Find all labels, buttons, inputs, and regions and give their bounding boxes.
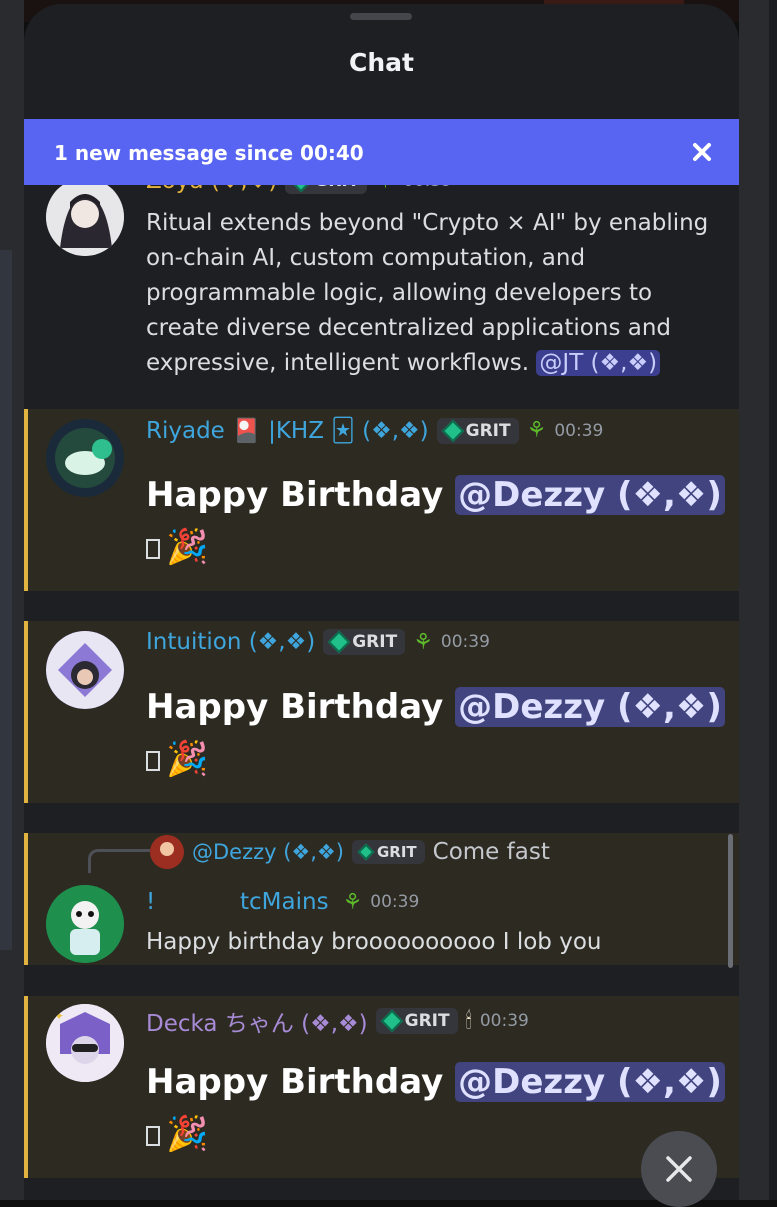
sprout-icon: ⚘: [526, 418, 547, 443]
sprout-icon: ⚘: [413, 629, 433, 655]
avatar[interactable]: ✦: [46, 1004, 124, 1082]
reply-avatar[interactable]: [150, 835, 184, 869]
message-content: Happy birthday broooooooooo I lob you: [146, 929, 602, 955]
user-mention[interactable]: @Dezzy (❖,❖): [455, 475, 725, 515]
message-item[interactable]: Riyade 🎴 |KHZ 🃏 (❖,❖) GRIT ⚘ 00:39 Happy…: [24, 409, 739, 591]
chat-sheet: Chat Zoya (❖,❖) GRIT ⚘ 00:39 Ritual exte…: [24, 4, 739, 1200]
new-messages-banner[interactable]: 1 new message since 00:40: [24, 119, 739, 185]
message-header: Riyade 🎴 |KHZ 🃏 (❖,❖) GRIT ⚘ 00:39: [146, 417, 603, 444]
guild-tag[interactable]: GRIT: [436, 417, 519, 444]
guild-tag[interactable]: GRIT: [351, 840, 425, 864]
sprout-icon: ⚘: [342, 889, 363, 915]
message-item[interactable]: Zoya (❖,❖) GRIT ⚘ 00:39 Ritual extends b…: [24, 168, 739, 407]
gem-icon: [357, 843, 375, 861]
message-item[interactable]: Intuition (❖,❖) GRIT ⚘ 00:39 Happy Birth…: [24, 621, 739, 803]
party-popper-icon: 🎉: [166, 1114, 209, 1154]
message-header: Intuition (❖,❖) GRIT ⚘ 00:39: [146, 629, 490, 655]
message-content: Happy Birthday @Dezzy (❖,❖) 🎉: [146, 1056, 726, 1160]
missing-glyph: [146, 750, 160, 771]
reply-connector: [88, 849, 150, 873]
avatar[interactable]: [46, 631, 124, 709]
scrollbar[interactable]: [728, 834, 733, 968]
timestamp: 00:39: [479, 1011, 529, 1031]
reply-author[interactable]: @Dezzy (❖,❖): [192, 840, 344, 864]
user-mention[interactable]: @Dezzy (❖,❖): [455, 687, 725, 727]
user-mention[interactable]: @Dezzy (❖,❖): [455, 1062, 725, 1102]
close-icon[interactable]: [641, 1131, 717, 1207]
message-content: Ritual extends beyond "Crypto × AI" by e…: [146, 210, 709, 376]
avatar[interactable]: [46, 419, 124, 497]
message-item[interactable]: ✦ Decka ちゃん (❖,❖) GRIT 🕯 00:39 Happy Bir…: [24, 996, 739, 1178]
reply-reference[interactable]: @Dezzy (❖,❖) GRIT Come fast: [150, 835, 550, 869]
author-name[interactable]: Intuition (❖,❖): [146, 629, 315, 655]
party-popper-icon: 🎉: [166, 527, 209, 567]
author-name[interactable]: Riyade 🎴 |KHZ 🃏 (❖,❖): [146, 417, 429, 444]
missing-glyph: [146, 1125, 160, 1146]
device-bezel-left: [0, 0, 24, 1200]
avatar[interactable]: [46, 178, 124, 256]
reply-text: Come fast: [432, 839, 550, 865]
author-name[interactable]: tcMains: [240, 889, 329, 915]
close-icon[interactable]: [687, 137, 717, 167]
timestamp: 00:39: [370, 892, 420, 912]
gem-icon: [441, 419, 464, 442]
message-header: Decka ちゃん (❖,❖) GRIT 🕯 00:39: [146, 1004, 529, 1038]
banner-text: 1 new message since 00:40: [54, 141, 364, 165]
drag-handle[interactable]: [350, 13, 412, 20]
message-header: ! tcMains ⚘ 00:39: [146, 889, 419, 915]
svg-text:✦: ✦: [54, 1009, 64, 1023]
message-content: Happy Birthday @Dezzy (❖,❖) 🎉: [146, 681, 726, 785]
user-mention[interactable]: @JT (❖,❖): [536, 350, 661, 376]
guild-tag[interactable]: GRIT: [375, 1008, 458, 1034]
avatar[interactable]: [46, 885, 124, 963]
author-name[interactable]: Decka ちゃん (❖,❖): [146, 1004, 368, 1038]
missing-glyph: [146, 538, 160, 559]
device-bezel-right: [739, 0, 777, 1200]
gem-icon: [327, 630, 351, 654]
gem-icon: [380, 1009, 403, 1033]
party-popper-icon: 🎉: [166, 739, 209, 779]
timestamp: 00:39: [554, 420, 604, 441]
sheet-title: Chat: [349, 48, 414, 77]
guild-tag[interactable]: GRIT: [323, 629, 406, 655]
message-item[interactable]: @Dezzy (❖,❖) GRIT Come fast ! tcMains ⚘ …: [24, 833, 739, 965]
message-content: Happy Birthday @Dezzy (❖,❖) 🎉: [146, 469, 726, 573]
timestamp: 00:39: [440, 632, 490, 652]
candle-icon: 🕯: [465, 1008, 472, 1034]
author-prefix[interactable]: !: [146, 889, 232, 915]
